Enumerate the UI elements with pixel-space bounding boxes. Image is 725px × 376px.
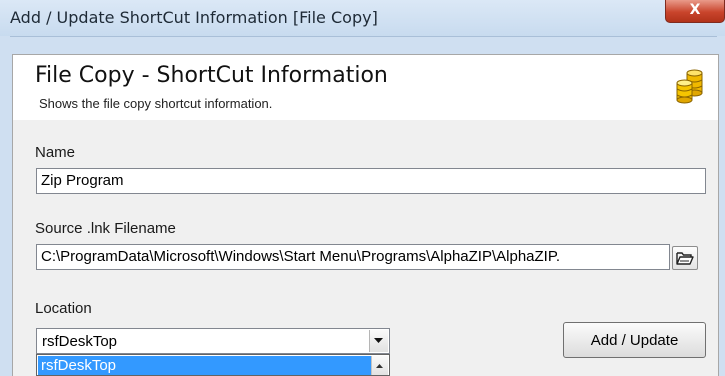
location-option-selected[interactable]: rsfDeskTop bbox=[38, 356, 371, 375]
close-button[interactable]: X bbox=[665, 0, 725, 23]
chevron-up-icon bbox=[376, 364, 383, 368]
location-select[interactable]: rsfDeskTop bbox=[36, 328, 390, 354]
header-title: File Copy - ShortCut Information bbox=[35, 63, 388, 88]
database-icon bbox=[676, 69, 703, 104]
close-icon: X bbox=[689, 2, 701, 18]
location-selected-value: rsfDeskTop bbox=[42, 333, 118, 350]
form-panel: Name Zip Program Source .lnk Filename C:… bbox=[12, 120, 719, 376]
window-titlebar[interactable]: Add / Update ShortCut Information [File … bbox=[0, 0, 725, 37]
header-subtitle: Shows the file copy shortcut information… bbox=[39, 96, 273, 111]
source-filename-input[interactable]: C:\ProgramData\Microsoft\Windows\Start M… bbox=[36, 244, 670, 270]
name-label: Name bbox=[35, 144, 76, 161]
window-title: Add / Update ShortCut Information [File … bbox=[10, 8, 378, 27]
header-panel: File Copy - ShortCut Information Shows t… bbox=[12, 54, 719, 122]
source-label: Source .lnk Filename bbox=[35, 220, 176, 237]
location-dropdown-list: rsfDeskTop bbox=[36, 354, 390, 376]
location-dropdown-button[interactable] bbox=[369, 330, 388, 352]
browse-button[interactable] bbox=[672, 246, 698, 270]
name-input[interactable]: Zip Program bbox=[36, 168, 706, 194]
location-label: Location bbox=[35, 300, 92, 317]
window-frame-left bbox=[0, 36, 10, 376]
add-update-label: Add / Update bbox=[590, 332, 679, 349]
chevron-down-icon bbox=[374, 338, 383, 343]
folder-open-icon bbox=[676, 252, 694, 265]
dropdown-scrollbar-up[interactable] bbox=[371, 356, 388, 375]
add-update-button[interactable]: Add / Update bbox=[563, 322, 706, 358]
